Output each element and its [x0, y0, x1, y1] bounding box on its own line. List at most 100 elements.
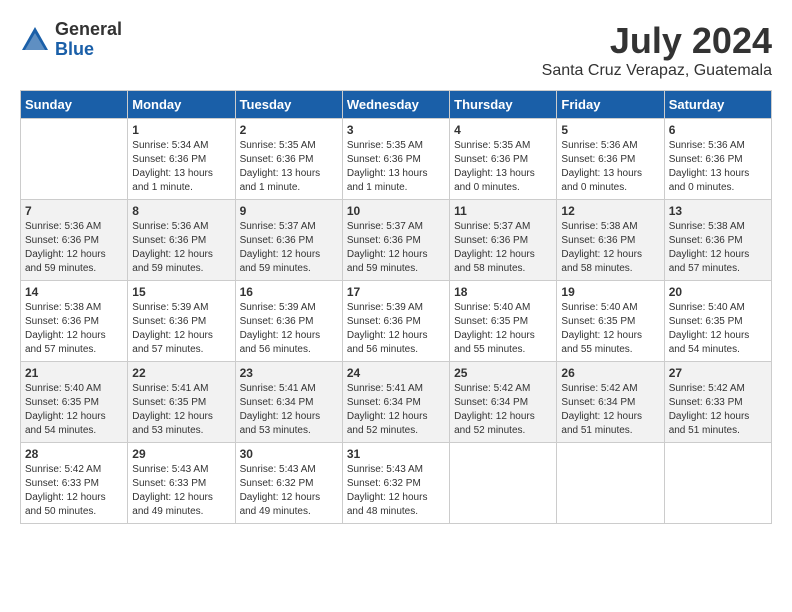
day-info: Sunrise: 5:36 AMSunset: 6:36 PMDaylight:… — [132, 220, 230, 276]
table-row: 31 Sunrise: 5:43 AMSunset: 6:32 PMDayligh… — [342, 443, 449, 524]
col-thursday: Thursday — [450, 91, 557, 119]
day-number: 11 — [454, 204, 552, 218]
day-info: Sunrise: 5:43 AMSunset: 6:32 PMDaylight:… — [240, 463, 338, 519]
month-title: July 2024 — [542, 20, 772, 62]
calendar-table: Sunday Monday Tuesday Wednesday Thursday… — [20, 90, 772, 524]
header-row: Sunday Monday Tuesday Wednesday Thursday… — [21, 91, 772, 119]
table-row: 8 Sunrise: 5:36 AMSunset: 6:36 PMDaylight… — [128, 200, 235, 281]
day-info: Sunrise: 5:41 AMSunset: 6:34 PMDaylight:… — [240, 382, 338, 438]
day-number: 2 — [240, 123, 338, 137]
day-number: 17 — [347, 285, 445, 299]
day-info: Sunrise: 5:38 AMSunset: 6:36 PMDaylight:… — [669, 220, 767, 276]
day-info: Sunrise: 5:38 AMSunset: 6:36 PMDaylight:… — [25, 301, 123, 357]
day-info: Sunrise: 5:39 AMSunset: 6:36 PMDaylight:… — [347, 301, 445, 357]
table-row: 22 Sunrise: 5:41 AMSunset: 6:35 PMDayligh… — [128, 362, 235, 443]
location-title: Santa Cruz Verapaz, Guatemala — [542, 62, 772, 80]
table-row: 6Sunrise: 5:36 AMSunset: 6:36 PMDaylight… — [664, 119, 771, 200]
logo: General Blue — [20, 20, 122, 60]
day-number: 12 — [561, 204, 659, 218]
day-number: 21 — [25, 366, 123, 380]
table-row: 19 Sunrise: 5:40 AMSunset: 6:35 PMDayligh… — [557, 281, 664, 362]
day-number: 1 — [132, 123, 230, 137]
day-info: Sunrise: 5:42 AMSunset: 6:33 PMDaylight:… — [669, 382, 767, 438]
day-info: Sunrise: 5:36 AMSunset: 6:36 PMDaylight:… — [25, 220, 123, 276]
table-row: 24Sunrise: 5:41 AMSunset: 6:34 PMDayligh… — [342, 362, 449, 443]
day-number: 23 — [240, 366, 338, 380]
table-row: 11 Sunrise: 5:37 AMSunset: 6:36 PMDayligh… — [450, 200, 557, 281]
table-row: 20 Sunrise: 5:40 AMSunset: 6:35 PMDayligh… — [664, 281, 771, 362]
day-info: Sunrise: 5:43 AMSunset: 6:32 PMDaylight:… — [347, 463, 445, 519]
table-row: 14 Sunrise: 5:38 AMSunset: 6:36 PMDayligh… — [21, 281, 128, 362]
day-info: Sunrise: 5:40 AMSunset: 6:35 PMDaylight:… — [561, 301, 659, 357]
day-info: Sunrise: 5:40 AMSunset: 6:35 PMDaylight:… — [669, 301, 767, 357]
table-row: 28 Sunrise: 5:42 AMSunset: 6:33 PMDayligh… — [21, 443, 128, 524]
logo-general: General — [55, 20, 122, 40]
day-number: 22 — [132, 366, 230, 380]
table-row — [450, 443, 557, 524]
day-number: 13 — [669, 204, 767, 218]
table-row: 18 Sunrise: 5:40 AMSunset: 6:35 PMDayligh… — [450, 281, 557, 362]
day-info: Sunrise: 5:36 AMSunset: 6:36 PMDaylight:… — [669, 139, 767, 195]
day-number: 19 — [561, 285, 659, 299]
table-row: 26Sunrise: 5:42 AMSunset: 6:34 PMDayligh… — [557, 362, 664, 443]
table-row: 10 Sunrise: 5:37 AMSunset: 6:36 PMDayligh… — [342, 200, 449, 281]
day-info: Sunrise: 5:35 AMSunset: 6:36 PMDaylight:… — [240, 139, 338, 195]
day-info: Sunrise: 5:41 AMSunset: 6:35 PMDaylight:… — [132, 382, 230, 438]
day-number: 10 — [347, 204, 445, 218]
col-wednesday: Wednesday — [342, 91, 449, 119]
table-row: 27Sunrise: 5:42 AMSunset: 6:33 PMDayligh… — [664, 362, 771, 443]
calendar-week-2: 7 Sunrise: 5:36 AMSunset: 6:36 PMDaylight… — [21, 200, 772, 281]
day-info: Sunrise: 5:37 AMSunset: 6:36 PMDaylight:… — [454, 220, 552, 276]
day-info: Sunrise: 5:36 AMSunset: 6:36 PMDaylight:… — [561, 139, 659, 195]
table-row: 2 Sunrise: 5:35 AMSunset: 6:36 PMDaylight… — [235, 119, 342, 200]
day-number: 5 — [561, 123, 659, 137]
day-info: Sunrise: 5:40 AMSunset: 6:35 PMDaylight:… — [25, 382, 123, 438]
day-number: 9 — [240, 204, 338, 218]
day-number: 18 — [454, 285, 552, 299]
day-number: 29 — [132, 447, 230, 461]
day-info: Sunrise: 5:37 AMSunset: 6:36 PMDaylight:… — [347, 220, 445, 276]
table-row: 29 Sunrise: 5:43 AMSunset: 6:33 PMDayligh… — [128, 443, 235, 524]
day-info: Sunrise: 5:35 AMSunset: 6:36 PMDaylight:… — [347, 139, 445, 195]
table-row: 9 Sunrise: 5:37 AMSunset: 6:36 PMDaylight… — [235, 200, 342, 281]
day-number: 15 — [132, 285, 230, 299]
day-info: Sunrise: 5:39 AMSunset: 6:36 PMDaylight:… — [240, 301, 338, 357]
calendar-week-3: 14 Sunrise: 5:38 AMSunset: 6:36 PMDayligh… — [21, 281, 772, 362]
day-info: Sunrise: 5:42 AMSunset: 6:33 PMDaylight:… — [25, 463, 123, 519]
table-row: 5 Sunrise: 5:36 AMSunset: 6:36 PMDaylight… — [557, 119, 664, 200]
day-number: 31 — [347, 447, 445, 461]
day-number: 30 — [240, 447, 338, 461]
day-number: 16 — [240, 285, 338, 299]
table-row: 3Sunrise: 5:35 AMSunset: 6:36 PMDaylight… — [342, 119, 449, 200]
table-row: 12Sunrise: 5:38 AMSunset: 6:36 PMDayligh… — [557, 200, 664, 281]
day-info: Sunrise: 5:37 AMSunset: 6:36 PMDaylight:… — [240, 220, 338, 276]
table-row: 23 Sunrise: 5:41 AMSunset: 6:34 PMDayligh… — [235, 362, 342, 443]
day-info: Sunrise: 5:42 AMSunset: 6:34 PMDaylight:… — [454, 382, 552, 438]
table-row — [21, 119, 128, 200]
day-info: Sunrise: 5:34 AMSunset: 6:36 PMDaylight:… — [132, 139, 230, 195]
calendar-week-4: 21 Sunrise: 5:40 AMSunset: 6:35 PMDayligh… — [21, 362, 772, 443]
calendar-week-1: 1 Sunrise: 5:34 AMSunset: 6:36 PMDaylight… — [21, 119, 772, 200]
table-row: 30 Sunrise: 5:43 AMSunset: 6:32 PMDayligh… — [235, 443, 342, 524]
table-row: 25Sunrise: 5:42 AMSunset: 6:34 PMDayligh… — [450, 362, 557, 443]
day-info: Sunrise: 5:39 AMSunset: 6:36 PMDaylight:… — [132, 301, 230, 357]
day-info: Sunrise: 5:42 AMSunset: 6:34 PMDaylight:… — [561, 382, 659, 438]
day-number: 8 — [132, 204, 230, 218]
day-number: 24 — [347, 366, 445, 380]
day-number: 7 — [25, 204, 123, 218]
day-info: Sunrise: 5:35 AMSunset: 6:36 PMDaylight:… — [454, 139, 552, 195]
table-row: 7 Sunrise: 5:36 AMSunset: 6:36 PMDaylight… — [21, 200, 128, 281]
table-row — [664, 443, 771, 524]
calendar-week-5: 28 Sunrise: 5:42 AMSunset: 6:33 PMDayligh… — [21, 443, 772, 524]
day-number: 14 — [25, 285, 123, 299]
table-row — [557, 443, 664, 524]
table-row: 21 Sunrise: 5:40 AMSunset: 6:35 PMDayligh… — [21, 362, 128, 443]
table-row: 4Sunrise: 5:35 AMSunset: 6:36 PMDaylight… — [450, 119, 557, 200]
day-info: Sunrise: 5:40 AMSunset: 6:35 PMDaylight:… — [454, 301, 552, 357]
day-number: 28 — [25, 447, 123, 461]
day-number: 20 — [669, 285, 767, 299]
header: General Blue July 2024 Santa Cruz Verapa… — [20, 20, 772, 80]
day-info: Sunrise: 5:43 AMSunset: 6:33 PMDaylight:… — [132, 463, 230, 519]
logo-blue: Blue — [55, 40, 122, 60]
table-row: 17 Sunrise: 5:39 AMSunset: 6:36 PMDayligh… — [342, 281, 449, 362]
